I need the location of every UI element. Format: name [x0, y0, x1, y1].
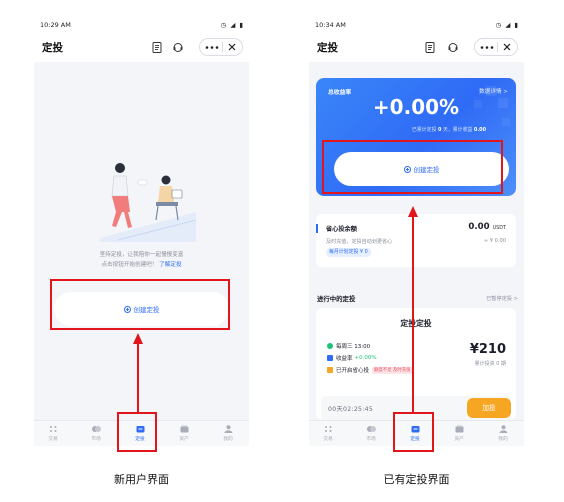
status-bar: 10:34 AM ◷ ◢ ▮ [309, 18, 524, 32]
accent-bar [316, 224, 318, 233]
intro-line-1: 坚持定投，让我陪你一起慢慢变富 [99, 252, 184, 258]
tab-label: 交易 [323, 437, 333, 442]
plan-amount: ¥210 [469, 342, 506, 357]
headset-icon[interactable] [448, 42, 458, 53]
headset-icon[interactable] [173, 42, 183, 53]
tab-profile[interactable]: 我的 [210, 425, 246, 445]
intro-line-2-text: 点击按钮开始创建吧！ [101, 262, 158, 268]
section-title: 进行中的定投 [317, 295, 356, 303]
plan-rate-row: 收益率 +0.00% [327, 354, 377, 362]
tab-label: 资产 [179, 437, 189, 442]
status-icons: ◷ ◢ ▮ [220, 21, 244, 29]
highlight-create-button-left [50, 279, 230, 330]
paused-plans-link[interactable]: 已暂停定投 > [486, 295, 518, 302]
earnings-summary: 已累计定投 0 天，累计收益 0.00 [412, 126, 486, 133]
capsule-divider [222, 42, 223, 52]
market-icon [366, 426, 376, 432]
wallet-icon [327, 367, 333, 373]
tab-trade[interactable]: 交易 [35, 425, 71, 445]
plan-rate: +0.00% [354, 355, 377, 361]
monthly-plan-badge: 每月计划定投 ¥ 0 [326, 248, 371, 257]
total-return-rate: +0.00% [372, 95, 460, 119]
tab-assets[interactable]: 资产 [166, 425, 202, 445]
countdown-timer: 00天02:25:45 [328, 406, 374, 413]
status-bar: 10:29 AM ◷ ◢ ▮ [34, 18, 249, 32]
header: 定投 [34, 32, 249, 62]
arrow-up-icon [408, 206, 418, 413]
balance-unit: USDT [492, 225, 506, 231]
tab-label: 交易 [48, 437, 58, 442]
intro-line-2: 点击按钮开始创建吧！ 了解定投 [48, 260, 235, 268]
plan-invest-count: 累计投资 0 期 [474, 361, 506, 367]
tab-label: 市场 [91, 437, 101, 442]
mini-program-capsule [474, 38, 518, 56]
summary-middle: 天，累计收益 [443, 127, 473, 133]
more-icon[interactable] [205, 46, 219, 49]
user-icon [499, 425, 507, 433]
tab-trade[interactable]: 交易 [310, 425, 346, 445]
user-icon [224, 425, 232, 433]
highlight-create-button-right [322, 140, 503, 194]
empty-state-illustration-icon [100, 163, 197, 242]
market-icon [91, 426, 101, 432]
summary-prefix: 已累计定投 [412, 127, 437, 133]
more-icon[interactable] [480, 46, 494, 49]
document-icon[interactable] [425, 42, 435, 53]
arrow-up-icon [133, 333, 143, 413]
page-title: 定投 [42, 42, 63, 54]
balance-title: 省心投余额 [326, 226, 357, 233]
balance-amount: 0.00 USDT [468, 222, 506, 232]
invest-days: 0 [438, 127, 442, 133]
tab-profile[interactable]: 我的 [485, 425, 521, 445]
tab-label: 资产 [454, 437, 464, 442]
data-detail-link[interactable]: 数据详情 > [479, 87, 508, 95]
total-profit: 0.00 [473, 127, 486, 133]
status-time: 10:29 AM [40, 21, 71, 29]
mini-program-capsule [199, 38, 243, 56]
plan-mode-row: 已开启省心投 额度不足 及时充值 [327, 366, 413, 374]
clock-icon [327, 343, 333, 349]
plan-mode: 已开启省心投 [336, 368, 370, 374]
highlight-invest-tab-left [117, 412, 157, 452]
trade-icon [324, 426, 331, 432]
tab-label: 市场 [366, 437, 376, 442]
learn-invest-link[interactable]: 了解定投 [159, 262, 181, 268]
assets-icon [180, 425, 188, 433]
tab-market[interactable]: 市场 [78, 425, 114, 445]
caption-existing-plan: 已有定投界面 [383, 473, 450, 486]
chart-icon [327, 355, 333, 361]
plan-schedule: 每周三 13:00 [336, 344, 371, 350]
assets-icon [455, 425, 463, 433]
balance-value: 0.00 [468, 222, 490, 232]
status-icons: ◷ ◢ ▮ [495, 21, 519, 29]
tab-label: 我的 [498, 437, 508, 442]
tab-market[interactable]: 市场 [353, 425, 389, 445]
header: 定投 [309, 32, 524, 62]
document-icon[interactable] [152, 42, 162, 53]
page-title: 定投 [317, 42, 338, 54]
tab-label: 我的 [223, 437, 233, 442]
close-icon[interactable] [227, 42, 237, 52]
status-time: 10:34 AM [315, 21, 346, 29]
capsule-divider [497, 42, 498, 52]
tab-assets[interactable]: 资产 [441, 425, 477, 445]
balance-description: 及时充值，定投自动划更省心 [326, 239, 393, 245]
plan-schedule-row: 每周三 13:00 [327, 342, 370, 350]
close-icon[interactable] [502, 42, 512, 52]
trade-icon [49, 426, 56, 432]
caption-new-user: 新用户界面 [114, 473, 169, 486]
add-investment-button[interactable]: 加投 [467, 398, 511, 418]
balance-fiat-value: ≈ ¥ 0.00 [483, 238, 506, 244]
plan-rate-label: 收益率 [336, 356, 353, 362]
highlight-invest-tab-right [393, 412, 434, 452]
